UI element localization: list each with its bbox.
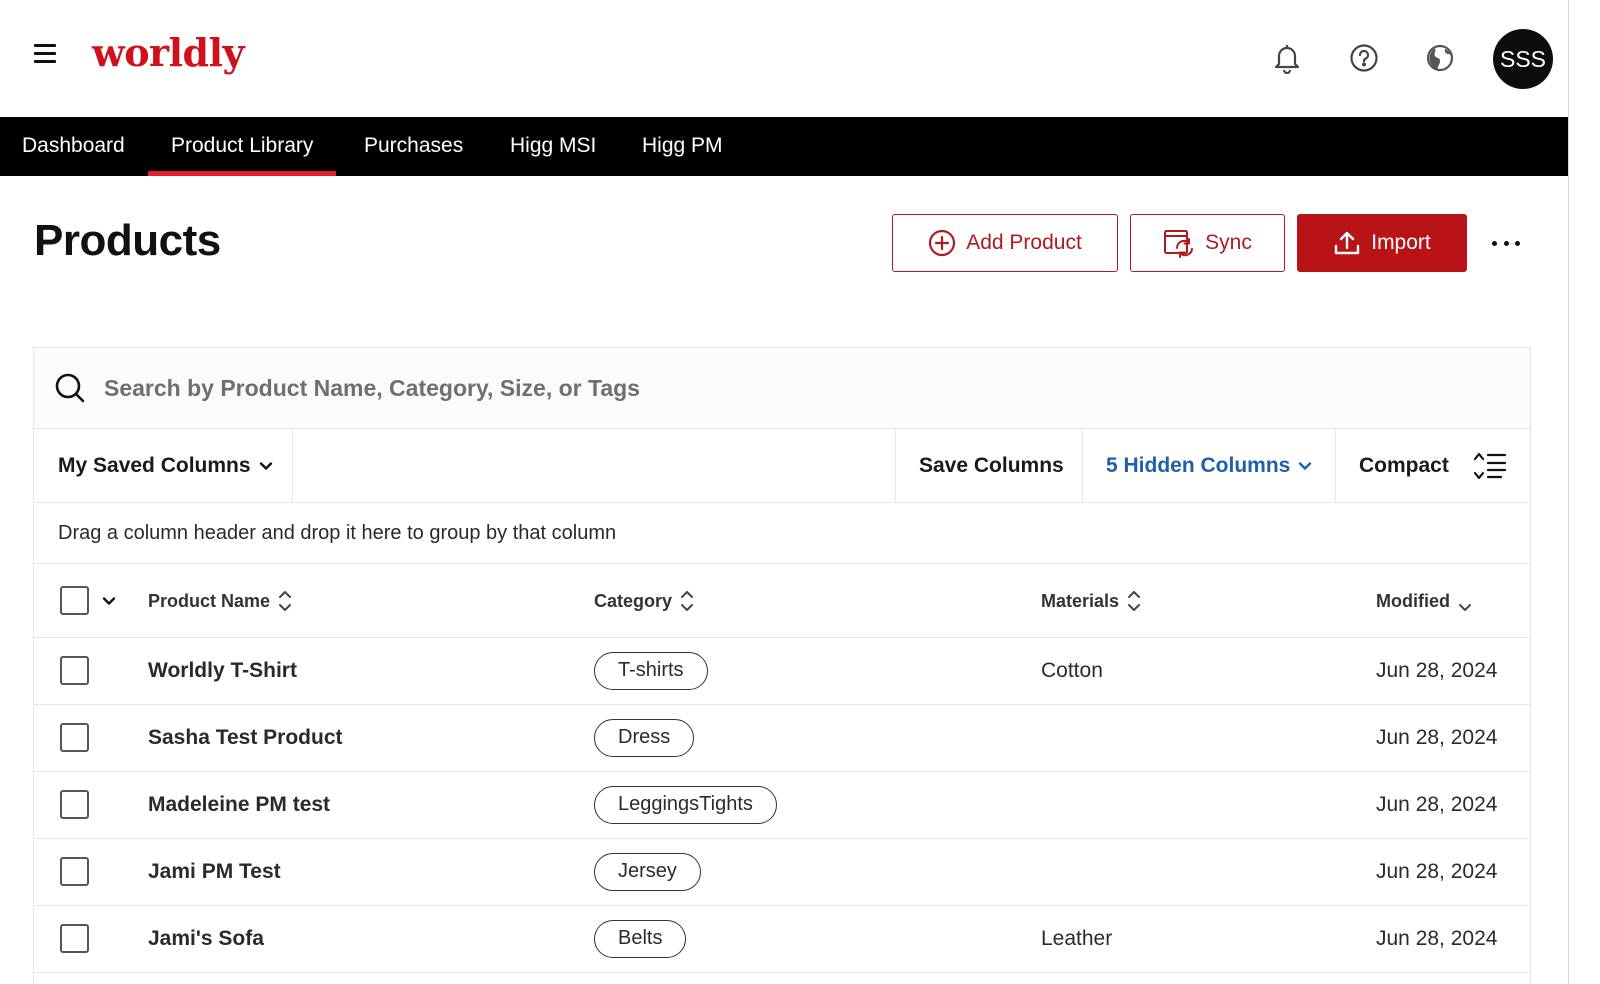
my-saved-columns-dropdown[interactable]: My Saved Columns [58, 429, 275, 502]
materials-value: Cotton [1041, 659, 1103, 682]
more-options-icon[interactable] [1492, 230, 1520, 256]
modified-date: Jun 28, 2024 [1376, 726, 1498, 749]
help-icon[interactable] [1346, 40, 1382, 76]
group-by-drop-zone[interactable]: Drag a column header and drop it here to… [34, 503, 1530, 564]
table-row[interactable]: Madeleine PM test LeggingsTights Jun 28,… [34, 772, 1530, 839]
globe-icon[interactable] [1422, 40, 1458, 76]
bell-icon[interactable] [1269, 40, 1305, 76]
main-nav: Dashboard Product Library Purchases Higg… [0, 117, 1568, 176]
nav-item-higg-msi[interactable]: Higg MSI [510, 117, 596, 176]
category-tag[interactable]: Dress [594, 719, 695, 757]
nav-item-product-library[interactable]: Product Library [147, 117, 337, 176]
top-header: worldly SSS [0, 0, 1568, 117]
chevron-down-icon [1299, 461, 1312, 470]
column-header-materials[interactable]: Materials [1041, 564, 1141, 638]
density-icon [1473, 452, 1506, 479]
category-tag[interactable]: LeggingsTights [594, 786, 777, 824]
nav-item-purchases[interactable]: Purchases [364, 117, 463, 176]
worldly-logo[interactable]: worldly [92, 30, 245, 75]
column-header-label: Modified [1376, 590, 1450, 611]
product-name[interactable]: Jami PM Test [148, 839, 281, 905]
row-checkbox[interactable] [60, 924, 89, 953]
column-header-modified[interactable]: Modified [1376, 564, 1472, 638]
table-row[interactable]: Jami PM Test Jersey Jun 28, 2024 [34, 839, 1530, 906]
row-checkbox[interactable] [60, 790, 89, 819]
upload-icon [1335, 231, 1360, 255]
toolbar-divider [1082, 429, 1083, 502]
category-tag[interactable]: Jersey [594, 853, 701, 891]
sort-icon [1128, 591, 1141, 611]
toolbar-divider [1335, 429, 1336, 502]
plus-circle-icon [929, 229, 956, 257]
sort-icon [279, 591, 292, 611]
compact-toggle[interactable]: Compact [1359, 429, 1507, 502]
user-avatar[interactable]: SSS [1493, 29, 1553, 89]
my-saved-columns-label: My Saved Columns [58, 453, 251, 477]
category-tag[interactable]: Belts [594, 920, 687, 958]
table-row[interactable]: Sasha Test Product Dress Jun 28, 2024 [34, 705, 1530, 772]
chevron-down-icon[interactable] [100, 592, 118, 610]
select-all-checkbox[interactable] [60, 586, 89, 615]
chevron-down-icon [259, 461, 272, 470]
search-icon [55, 373, 85, 403]
category-tag[interactable]: T-shirts [594, 652, 708, 690]
row-checkbox[interactable] [60, 656, 89, 685]
column-header-category[interactable]: Category [594, 564, 694, 638]
product-name[interactable]: Worldly T-Shirt [148, 638, 297, 704]
nav-item-dashboard[interactable]: Dashboard [22, 117, 125, 176]
page-title: Products [34, 216, 221, 265]
row-checkbox[interactable] [60, 857, 89, 886]
search-input[interactable] [104, 366, 1484, 410]
column-header-label: Category [594, 590, 673, 611]
save-columns-button[interactable]: Save Columns [919, 429, 1064, 502]
modified-date: Jun 28, 2024 [1376, 793, 1498, 816]
sync-button[interactable]: Sync [1130, 214, 1285, 272]
row-checkbox[interactable] [60, 723, 89, 752]
products-table-card: My Saved Columns Save Columns 5 Hidden C… [33, 347, 1531, 984]
materials-value: Leather [1041, 927, 1113, 950]
modified-date: Jun 28, 2024 [1376, 927, 1498, 950]
compact-label: Compact [1359, 453, 1449, 477]
product-name[interactable]: Jami's Sofa [148, 906, 264, 972]
sort-icon [681, 591, 694, 611]
search-bar [34, 348, 1530, 429]
import-button[interactable]: Import [1297, 214, 1467, 272]
modified-date: Jun 28, 2024 [1376, 659, 1498, 682]
product-name[interactable]: Sasha Test Product [148, 705, 343, 771]
table-row[interactable]: Jami's Sofa Belts Leather Jun 28, 2024 [34, 906, 1530, 973]
column-header-product-name[interactable]: Product Name [148, 564, 292, 638]
sync-icon [1164, 230, 1194, 258]
product-name[interactable]: Madeleine PM test [148, 772, 330, 838]
sort-descending-icon [1459, 604, 1471, 611]
toolbar-divider [895, 429, 896, 502]
column-header-label: Product Name [148, 590, 271, 611]
table-header-row: Product Name Category Materials Modified [34, 564, 1530, 638]
hidden-columns-dropdown[interactable]: 5 Hidden Columns [1106, 429, 1314, 502]
toolbar-divider [292, 429, 293, 502]
grid-toolbar: My Saved Columns Save Columns 5 Hidden C… [34, 429, 1530, 503]
import-label: Import [1371, 231, 1431, 254]
table-row[interactable]: Worldly T-Shirt T-shirts Cotton Jun 28, … [34, 638, 1530, 705]
add-product-label: Add Product [966, 231, 1082, 254]
app-window: worldly SSS Dashboard Product Library Pu… [0, 0, 1568, 984]
sync-label: Sync [1205, 231, 1252, 254]
nav-item-higg-pm[interactable]: Higg PM [642, 117, 723, 176]
window-edge [1568, 0, 1600, 984]
modified-date: Jun 28, 2024 [1376, 860, 1498, 883]
add-product-button[interactable]: Add Product [892, 214, 1118, 272]
hidden-columns-label: 5 Hidden Columns [1106, 453, 1291, 477]
menu-icon[interactable] [34, 44, 56, 64]
column-header-label: Materials [1041, 590, 1120, 611]
